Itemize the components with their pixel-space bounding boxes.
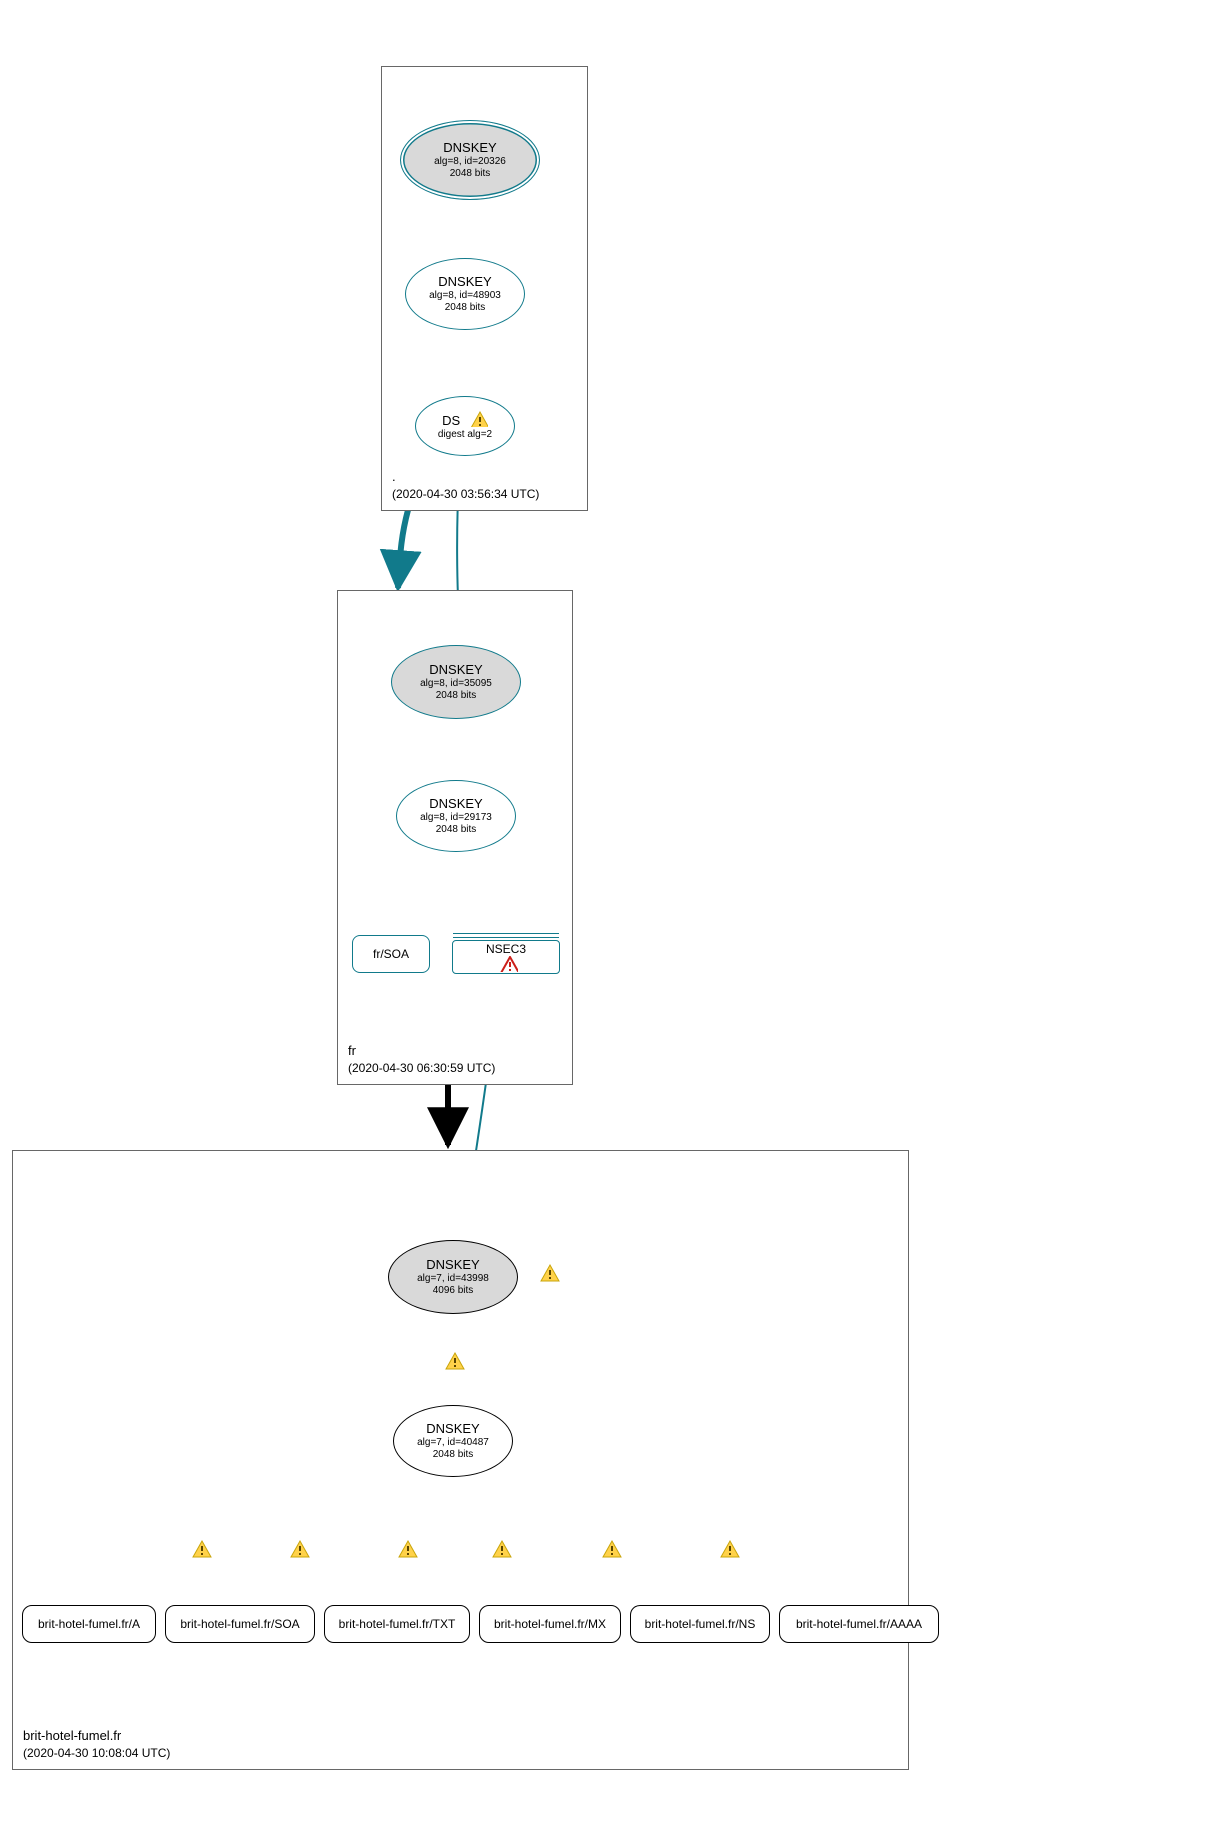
root-ksk-alg: alg=8, id=20326	[434, 156, 506, 168]
fr-ksk-title: DNSKEY	[429, 662, 482, 678]
fr-soa-rr: fr/SOA	[352, 935, 430, 973]
warning-icon	[470, 411, 488, 427]
fr-soa-label: fr/SOA	[373, 947, 409, 961]
domain-zsk-alg: alg=7, id=40487	[417, 1437, 489, 1449]
domain-rr-mx-label: brit-hotel-fumel.fr/MX	[494, 1617, 606, 1631]
root-ds-title-text: DS	[442, 413, 460, 428]
root-ds: DS digest alg=2	[415, 396, 515, 456]
domain-rr-aaaa-label: brit-hotel-fumel.fr/AAAA	[796, 1617, 922, 1631]
domain-rr-aaaa: brit-hotel-fumel.fr/AAAA	[779, 1605, 939, 1643]
fr-ksk-alg: alg=8, id=35095	[420, 678, 492, 690]
zone-fr-ts: (2020-04-30 06:30:59 UTC)	[348, 1060, 495, 1076]
root-ds-digest: digest alg=2	[438, 429, 492, 441]
error-icon	[500, 956, 518, 972]
fr-nsec3-label: NSEC3	[486, 942, 526, 956]
domain-rr-ns: brit-hotel-fumel.fr/NS	[630, 1605, 770, 1643]
domain-rr-a: brit-hotel-fumel.fr/A	[22, 1605, 156, 1643]
domain-rr-soa-label: brit-hotel-fumel.fr/SOA	[180, 1617, 299, 1631]
domain-rr-txt-label: brit-hotel-fumel.fr/TXT	[339, 1617, 456, 1631]
domain-ksk-dnskey: DNSKEY alg=7, id=43998 4096 bits	[388, 1240, 518, 1314]
domain-zsk-bits: 2048 bits	[433, 1449, 474, 1461]
zone-domain-ts: (2020-04-30 10:08:04 UTC)	[23, 1745, 170, 1761]
dnssec-diagram: . (2020-04-30 03:56:34 UTC) DNSKEY alg=8…	[0, 0, 1213, 1823]
domain-zsk-dnskey: DNSKEY alg=7, id=40487 2048 bits	[393, 1405, 513, 1477]
root-zsk-dnskey: DNSKEY alg=8, id=48903 2048 bits	[405, 258, 525, 330]
root-ksk-bits: 2048 bits	[450, 168, 491, 180]
root-ksk-dnskey: DNSKEY alg=8, id=20326 2048 bits	[400, 120, 540, 200]
root-zsk-title: DNSKEY	[438, 274, 491, 290]
fr-nsec3: NSEC3	[452, 940, 560, 974]
fr-zsk-title: DNSKEY	[429, 796, 482, 812]
domain-ksk-title: DNSKEY	[426, 1257, 479, 1273]
domain-ksk-alg: alg=7, id=43998	[417, 1273, 489, 1285]
root-ds-title: DS	[442, 411, 488, 429]
root-zsk-bits: 2048 bits	[445, 302, 486, 314]
domain-rr-txt: brit-hotel-fumel.fr/TXT	[324, 1605, 470, 1643]
fr-zsk-alg: alg=8, id=29173	[420, 812, 492, 824]
root-ksk-title: DNSKEY	[443, 140, 496, 156]
domain-rr-ns-label: brit-hotel-fumel.fr/NS	[645, 1617, 756, 1631]
zone-root-ts: (2020-04-30 03:56:34 UTC)	[392, 486, 539, 502]
domain-zsk-title: DNSKEY	[426, 1421, 479, 1437]
zone-root-name: .	[392, 468, 539, 486]
fr-ksk-bits: 2048 bits	[436, 690, 477, 702]
root-zsk-alg: alg=8, id=48903	[429, 290, 501, 302]
domain-rr-a-label: brit-hotel-fumel.fr/A	[38, 1617, 140, 1631]
zone-domain-name: brit-hotel-fumel.fr	[23, 1727, 170, 1745]
zone-fr-label: fr (2020-04-30 06:30:59 UTC)	[348, 1042, 495, 1076]
fr-zsk-bits: 2048 bits	[436, 824, 477, 836]
zone-root-label: . (2020-04-30 03:56:34 UTC)	[392, 468, 539, 502]
zone-fr-name: fr	[348, 1042, 495, 1060]
fr-zsk-dnskey: DNSKEY alg=8, id=29173 2048 bits	[396, 780, 516, 852]
domain-ksk-bits: 4096 bits	[433, 1285, 474, 1297]
domain-rr-mx: brit-hotel-fumel.fr/MX	[479, 1605, 621, 1643]
fr-ksk-dnskey: DNSKEY alg=8, id=35095 2048 bits	[391, 645, 521, 719]
zone-domain-label: brit-hotel-fumel.fr (2020-04-30 10:08:04…	[23, 1727, 170, 1761]
domain-rr-soa: brit-hotel-fumel.fr/SOA	[165, 1605, 315, 1643]
